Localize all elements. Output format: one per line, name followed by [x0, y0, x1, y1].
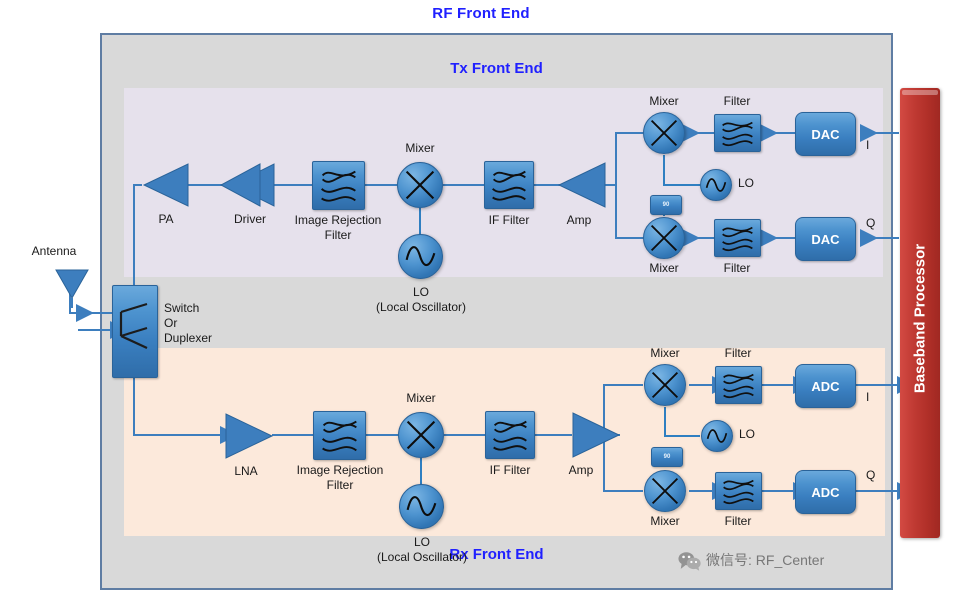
- antenna-label: Antenna: [31, 244, 77, 258]
- tx-image-rejection-filter-label: Image Rejection Filter: [294, 213, 382, 242]
- pa-label: PA: [158, 212, 174, 226]
- rx-lo-label: LO (Local Oscillator): [376, 535, 468, 564]
- tx-iq-filter-bottom-label: Filter: [723, 261, 751, 275]
- rx-phase-shifter-90[interactable]: 90: [651, 447, 683, 467]
- tx-mixer[interactable]: [397, 162, 443, 208]
- rx-iq-mixer-top-label: Mixer: [650, 346, 680, 360]
- tx-port-i-label: I: [866, 138, 870, 152]
- tx-if-filter[interactable]: [484, 161, 534, 209]
- lna-label: LNA: [234, 464, 258, 478]
- tx-iq-mixer-bottom-label: Mixer: [649, 261, 679, 275]
- rx-iq-filter-bottom-label: Filter: [724, 514, 752, 528]
- rx-iq-mixer-top[interactable]: [644, 364, 686, 406]
- tx-iq-local-oscillator[interactable]: [700, 169, 732, 201]
- tx-local-oscillator[interactable]: [398, 234, 443, 279]
- rx-amp[interactable]: [571, 411, 621, 459]
- baseband-processor[interactable]: Baseband Processor: [900, 88, 940, 538]
- tx-amp[interactable]: [557, 161, 607, 209]
- pa-amplifier[interactable]: [142, 162, 190, 208]
- rx-iq-mixer-bottom[interactable]: [644, 470, 686, 512]
- tx-iq-lo-label: LO: [738, 176, 755, 190]
- baseband-processor-label: Baseband Processor: [911, 243, 929, 394]
- tx-image-rejection-filter[interactable]: [312, 161, 365, 210]
- page-title: RF Front End: [432, 5, 530, 22]
- tx-phase-shifter-90[interactable]: 90: [650, 195, 682, 215]
- tx-if-filter-label: IF Filter: [488, 213, 530, 227]
- rx-if-filter[interactable]: [485, 411, 535, 459]
- adc-i[interactable]: ADC: [795, 364, 856, 408]
- wechat-icon: [678, 551, 701, 571]
- antenna-icon: [52, 268, 92, 308]
- watermark-text: 微信号: RF_Center: [706, 552, 825, 568]
- rx-local-oscillator[interactable]: [399, 484, 444, 529]
- rx-mixer[interactable]: [398, 412, 444, 458]
- tx-mixer-label: Mixer: [405, 141, 435, 155]
- rx-port-i-label: I: [866, 390, 870, 404]
- rf-front-end-diagram: RF Front End Tx Front End Rx Front End B…: [0, 0, 962, 612]
- rx-iq-filter-bottom[interactable]: [715, 472, 762, 510]
- rx-iq-local-oscillator[interactable]: [701, 420, 733, 452]
- tx-lo-label: LO (Local Oscillator): [375, 285, 467, 314]
- driver-amplifier[interactable]: [220, 162, 276, 208]
- rx-port-q-label: Q: [866, 468, 876, 482]
- lna-amplifier[interactable]: [224, 412, 274, 460]
- rx-iq-lo-label: LO: [739, 427, 756, 441]
- rx-image-rejection-filter-label: Image Rejection Filter: [296, 463, 384, 492]
- rx-if-filter-label: IF Filter: [489, 463, 531, 477]
- tx-amp-label: Amp: [566, 213, 592, 227]
- wechat-watermark: 微信号: RF_Center: [678, 550, 825, 571]
- tx-iq-filter-bottom[interactable]: [714, 219, 761, 257]
- rx-iq-filter-top[interactable]: [715, 366, 762, 404]
- rx-image-rejection-filter[interactable]: [313, 411, 366, 460]
- adc-q[interactable]: ADC: [795, 470, 856, 514]
- tx-iq-filter-top-label: Filter: [723, 94, 751, 108]
- tx-iq-mixer-top[interactable]: [643, 112, 685, 154]
- rx-iq-filter-top-label: Filter: [724, 346, 752, 360]
- dac-i[interactable]: DAC: [795, 112, 856, 156]
- dac-q[interactable]: DAC: [795, 217, 856, 261]
- tx-iq-mixer-bottom[interactable]: [643, 217, 685, 259]
- rx-iq-mixer-bottom-label: Mixer: [650, 514, 680, 528]
- rx-amp-label: Amp: [568, 463, 594, 477]
- tx-port-q-label: Q: [866, 216, 876, 230]
- rx-mixer-label: Mixer: [406, 391, 436, 405]
- tx-iq-mixer-top-label: Mixer: [649, 94, 679, 108]
- switch-duplexer-block[interactable]: [112, 285, 158, 378]
- tx-front-end-title: Tx Front End: [450, 60, 543, 77]
- driver-label: Driver: [234, 212, 266, 226]
- tx-iq-filter-top[interactable]: [714, 114, 761, 152]
- switch-duplexer-label: Switch Or Duplexer: [164, 301, 213, 345]
